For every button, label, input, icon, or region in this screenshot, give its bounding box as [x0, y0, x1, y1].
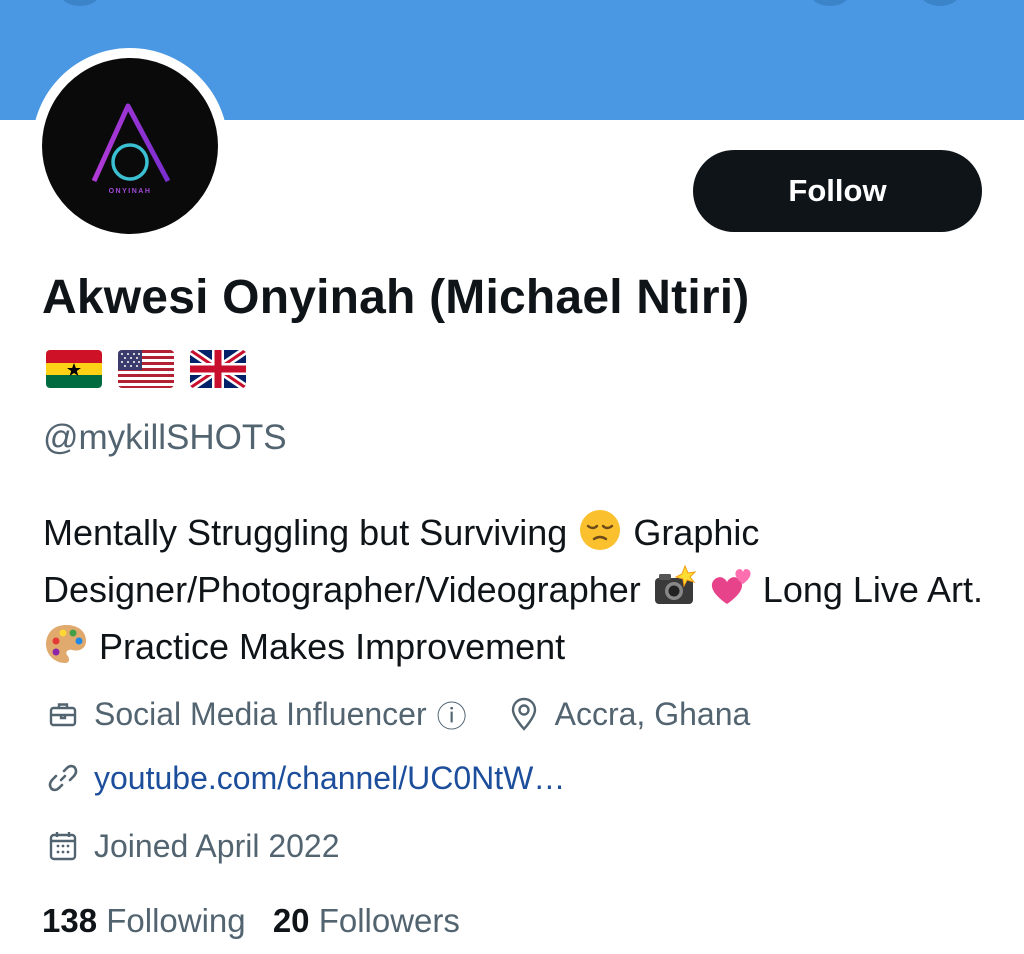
follow-stats: 138 Following 20 Followers	[42, 902, 460, 940]
banner-edge-shape	[60, 0, 100, 6]
profile-bio: Mentally Struggling but Surviving Graphi…	[43, 504, 1003, 675]
follow-button[interactable]: Follow	[693, 150, 982, 232]
profile-meta-link: youtube.com/channel/UC0NtW…	[44, 759, 565, 797]
calendar-icon	[44, 827, 82, 865]
camera-flash-emoji-icon	[651, 564, 697, 610]
pensive-face-emoji-icon	[577, 507, 623, 553]
artist-palette-emoji-icon	[43, 621, 89, 667]
bio-text: Long Live Art.	[762, 569, 983, 610]
followers-label: Followers	[318, 902, 460, 939]
location-pin-icon	[505, 695, 543, 733]
category-info-icon[interactable]: ⓘ	[437, 692, 467, 736]
following-link[interactable]: 138 Following	[42, 902, 255, 939]
bio-text: Mentally Struggling but Surviving	[43, 512, 568, 553]
svg-text:ONYINAH: ONYINAH	[109, 188, 152, 195]
banner-edge-shape	[810, 0, 850, 6]
followers-link[interactable]: 20 Followers	[273, 902, 460, 939]
following-label: Following	[106, 902, 246, 939]
two-hearts-emoji-icon	[707, 564, 753, 610]
usa-flag-icon	[118, 350, 174, 388]
link-icon	[44, 759, 82, 797]
banner-edge-shape	[920, 0, 960, 6]
bio-text: Practice Makes Improvement	[99, 626, 566, 667]
following-count: 138	[42, 902, 98, 939]
display-name: Akwesi Onyinah (Michael Ntiri)	[42, 271, 750, 324]
profile-joined-date: Joined April 2022	[94, 827, 340, 864]
profile-location: Accra, Ghana	[554, 695, 751, 732]
profile-website-link[interactable]: youtube.com/channel/UC0NtW…	[94, 760, 565, 797]
uk-flag-icon	[190, 350, 246, 388]
flag-emoji-row	[46, 350, 246, 388]
followers-count: 20	[272, 902, 310, 939]
avatar-logo-image: ONYINAH	[42, 58, 218, 234]
user-handle: @mykillSHOTS	[43, 418, 287, 457]
briefcase-icon	[44, 695, 82, 733]
profile-category: Social Media Influencer	[94, 695, 427, 732]
profile-meta-category-location: Social Media Influencer ⓘ Accra, Ghana	[44, 692, 750, 736]
profile-avatar[interactable]: ONYINAH	[32, 48, 228, 244]
profile-meta-joined: Joined April 2022	[44, 827, 340, 865]
ghana-flag-icon	[46, 350, 102, 388]
